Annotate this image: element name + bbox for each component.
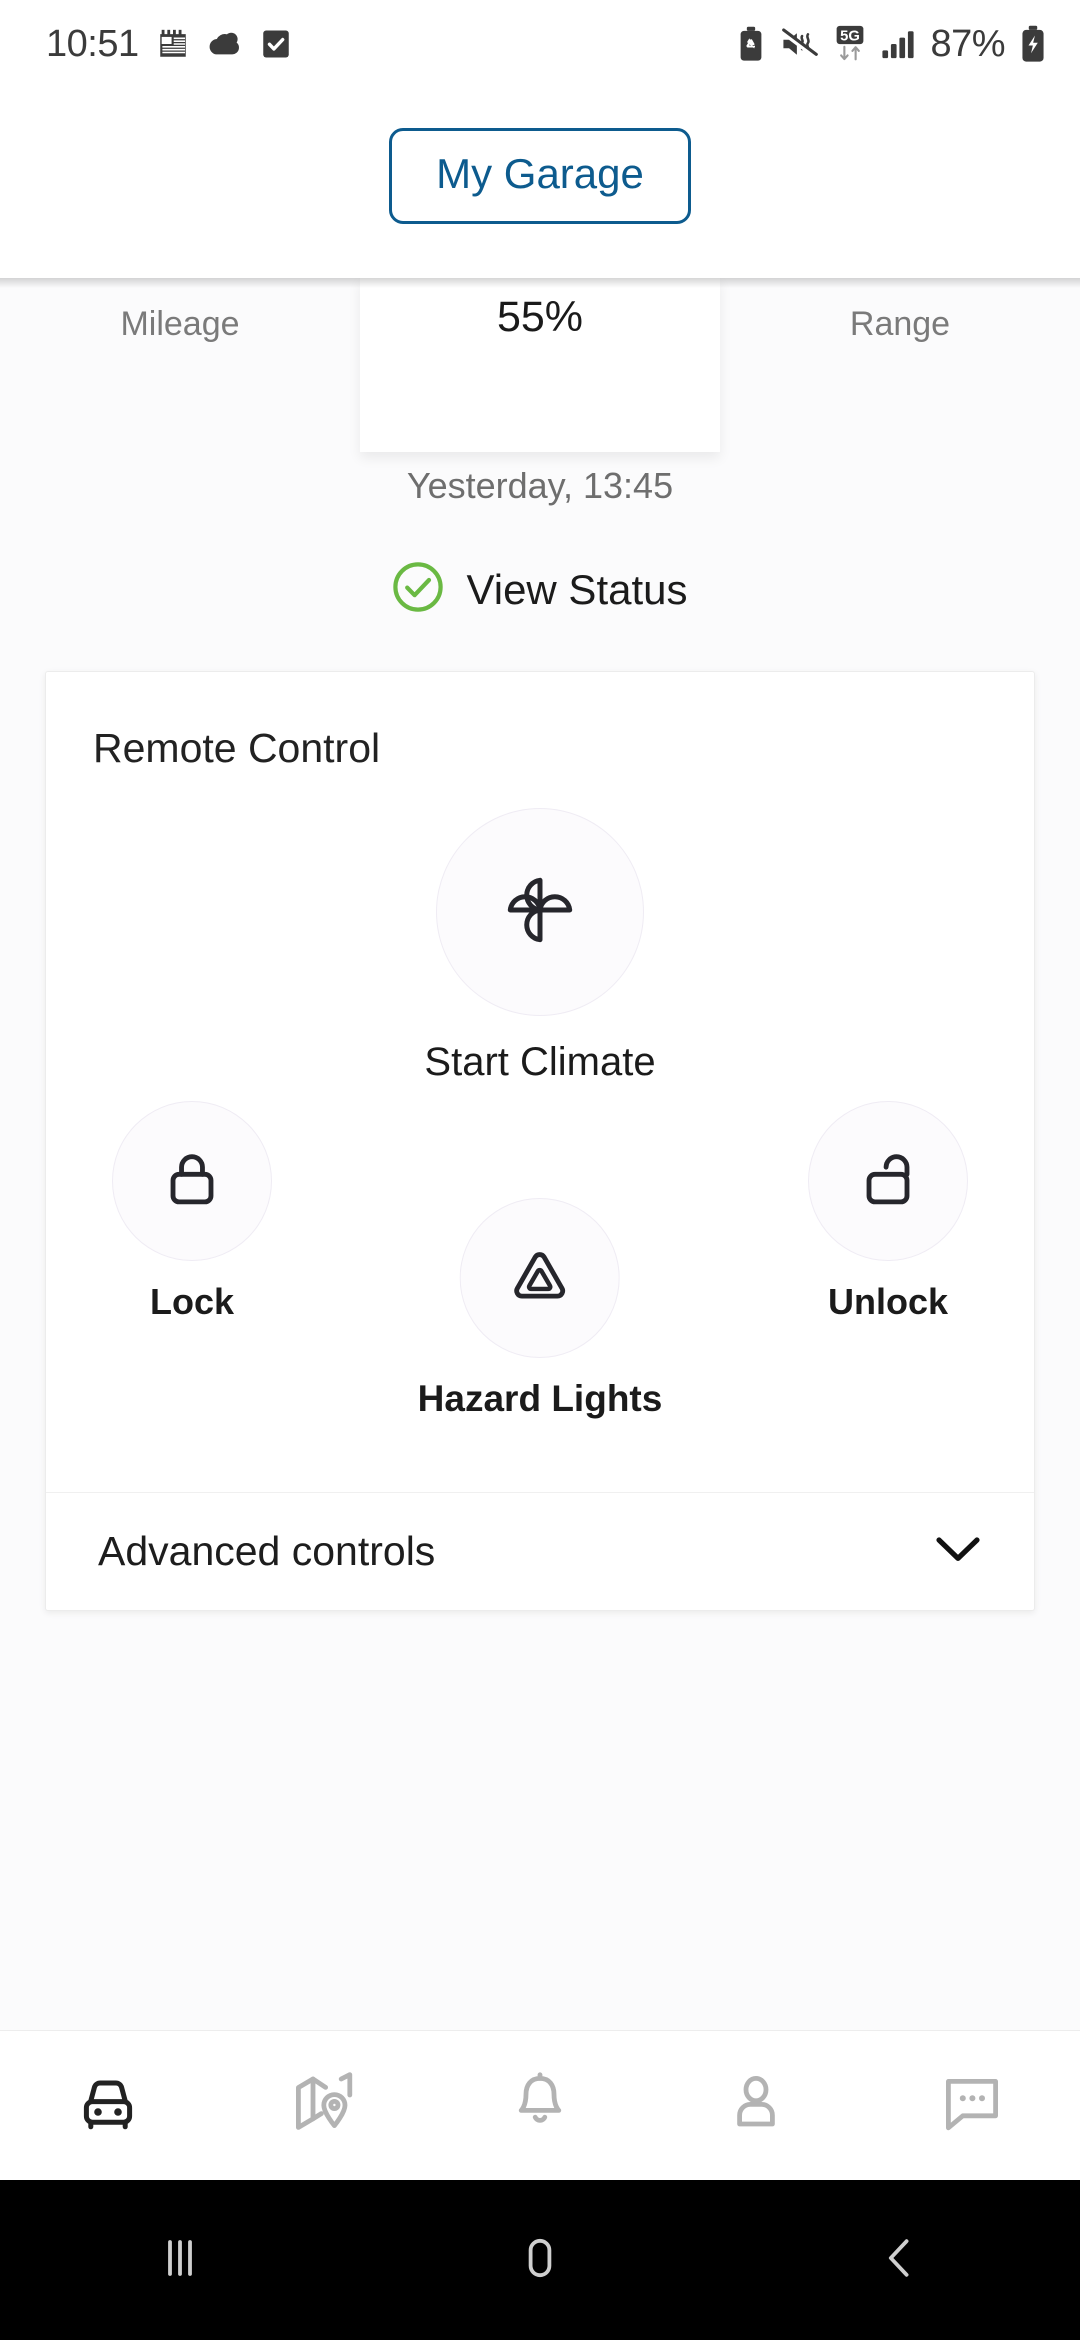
hazard-lights-button[interactable] [459, 1198, 620, 1358]
android-recents-button[interactable] [0, 2230, 360, 2291]
android-back-button[interactable] [720, 2230, 1080, 2291]
battery-charging-icon [1020, 25, 1046, 63]
unlock-control[interactable]: Unlock [808, 1101, 968, 1323]
tab-battery-percent[interactable]: 55% [360, 278, 720, 452]
person-icon [727, 2073, 785, 2138]
unlock-label: Unlock [827, 1281, 949, 1322]
android-navigation-bar [0, 2180, 1080, 2340]
remote-control-card: Remote Control Start Climate Lock Hazard… [45, 671, 1035, 1611]
status-bar-right: 5G 87% [738, 23, 1046, 66]
svg-text:5G: 5G [841, 28, 861, 44]
start-climate-control[interactable]: Start Climate [46, 808, 1034, 1085]
signal-bars-icon [881, 28, 915, 60]
view-status-label: View Status [466, 565, 688, 613]
advanced-controls-label: Advanced controls [98, 1528, 436, 1574]
chevron-down-icon[interactable] [934, 1534, 982, 1569]
android-home-button[interactable] [360, 2230, 720, 2291]
map-pin-icon [292, 2072, 356, 2139]
tasks-check-icon [260, 27, 292, 61]
back-icon [872, 2230, 928, 2291]
status-bar: 10:51 5G 87% [0, 0, 1080, 88]
home-icon [512, 2230, 568, 2291]
chat-bubble-icon [942, 2075, 1002, 2136]
padlock-open-icon [858, 1148, 918, 1215]
vehicle-metric-tabs: Mileage 55% Range [0, 278, 1080, 452]
hazard-triangle-icon [509, 1247, 571, 1310]
network-5g-icon: 5G [834, 25, 866, 63]
nav-item-map[interactable] [216, 2072, 432, 2139]
calendar-icon [156, 27, 190, 61]
status-bar-left: 10:51 [46, 23, 292, 66]
unlock-button[interactable] [808, 1101, 968, 1261]
recents-icon [152, 2230, 208, 2291]
scroll-top-shadow [0, 278, 1080, 288]
app-header: My Garage [0, 88, 1080, 278]
battery-saver-icon [738, 26, 764, 62]
mute-vibrate-icon [779, 27, 819, 61]
view-status-row[interactable]: View Status [0, 561, 1080, 618]
remote-control-actions: Lock Hazard Lights Unlock [46, 1101, 1034, 1431]
weather-cloud-icon [207, 27, 243, 61]
advanced-controls-row[interactable]: Advanced controls [46, 1492, 1034, 1610]
last-updated-timestamp: Yesterday, 13:45 [406, 465, 674, 506]
main-scroll-area[interactable]: Mileage 55% Range Yesterday, 13:45 View … [0, 278, 1080, 2030]
fan-pinwheel-icon [494, 864, 586, 961]
battery-percent-label: 87% [930, 22, 1005, 65]
bell-icon [512, 2072, 568, 2139]
lock-button[interactable] [112, 1101, 272, 1261]
lock-control[interactable]: Lock [112, 1101, 272, 1323]
lock-label: Lock [149, 1281, 235, 1322]
nav-item-messages[interactable] [864, 2075, 1080, 2136]
padlock-closed-icon [162, 1148, 222, 1215]
bottom-navigation-bar [0, 2030, 1080, 2180]
nav-item-vehicle[interactable] [0, 2074, 216, 2137]
start-climate-button[interactable] [436, 808, 644, 1016]
status-bar-clock: 10:51 [46, 22, 139, 65]
start-climate-label: Start Climate [424, 1040, 656, 1084]
status-check-circle-icon [392, 561, 444, 618]
car-icon [74, 2074, 142, 2137]
my-garage-button[interactable]: My Garage [389, 128, 691, 224]
hazard-lights-control[interactable]: Hazard Lights [417, 1198, 663, 1420]
remote-control-title: Remote Control [93, 725, 381, 771]
nav-item-profile[interactable] [648, 2073, 864, 2138]
nav-item-notifications[interactable] [432, 2072, 648, 2139]
hazard-lights-label: Hazard Lights [417, 1378, 663, 1419]
